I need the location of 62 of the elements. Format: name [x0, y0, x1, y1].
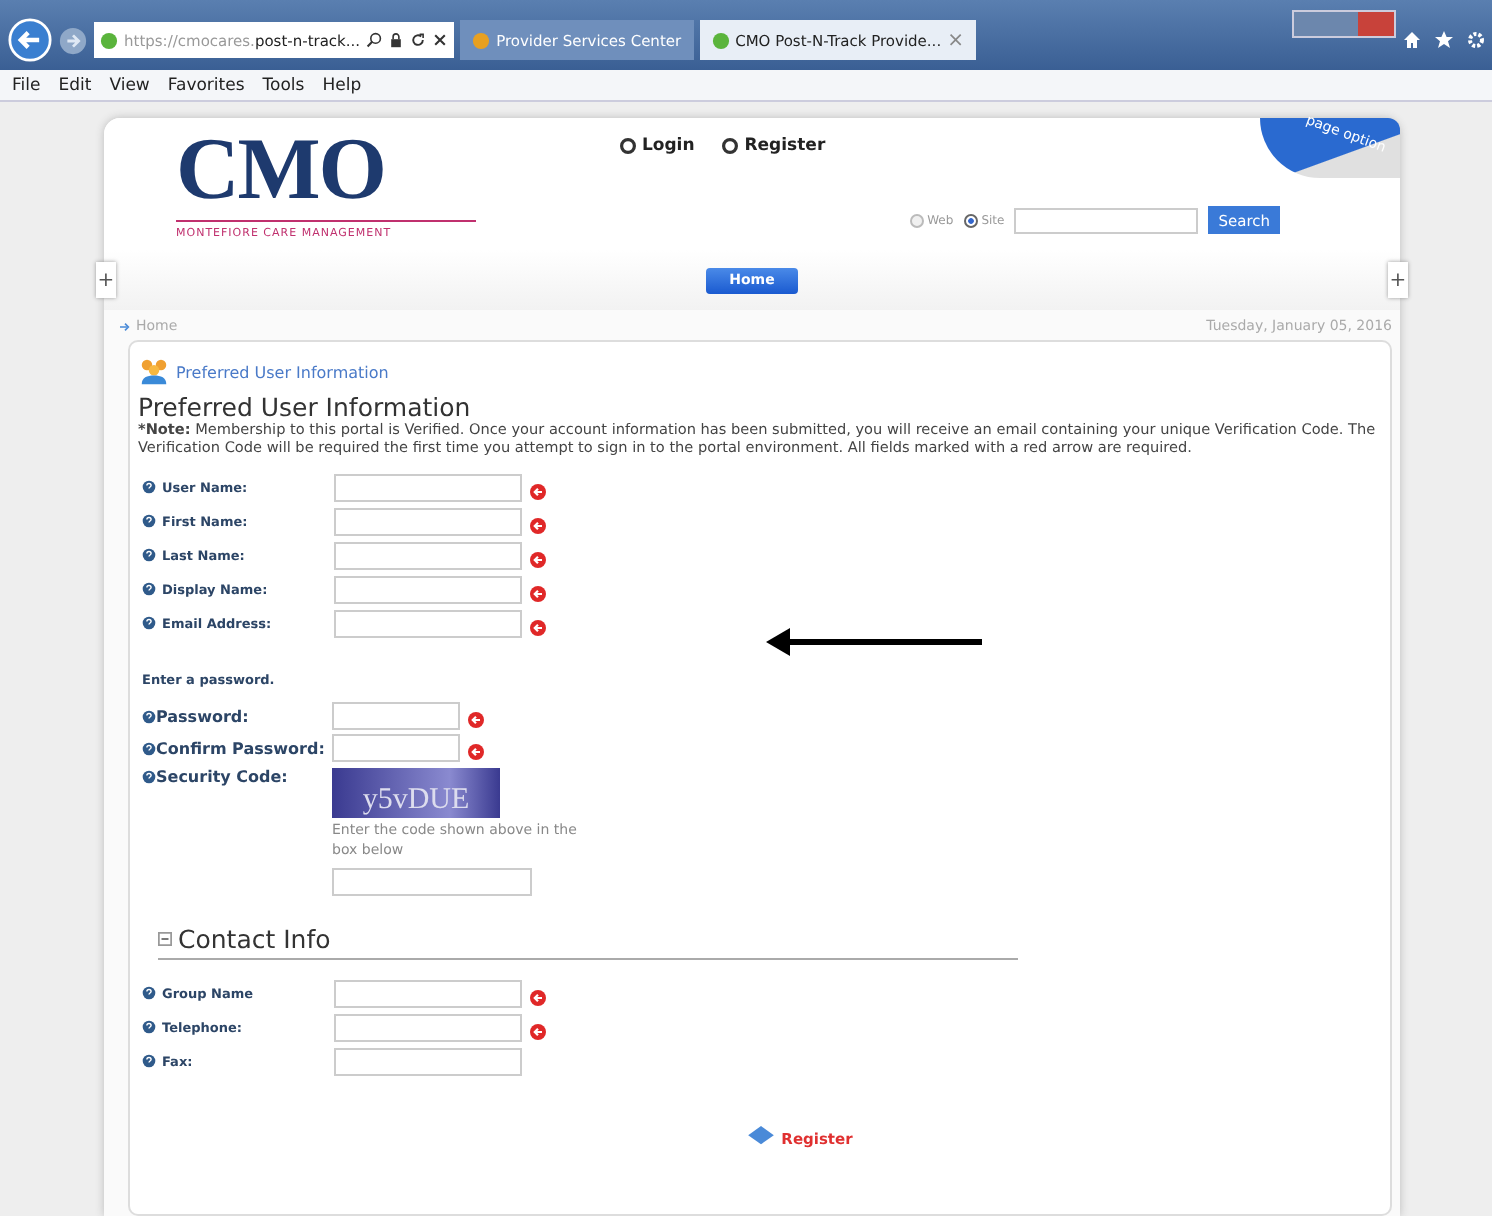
close-icon[interactable]: [432, 32, 449, 48]
help-icon[interactable]: [142, 480, 156, 494]
expand-button[interactable]: +: [1388, 262, 1408, 298]
section-title: Contact Info: [178, 924, 331, 954]
circle-icon: [722, 138, 739, 154]
help-icon[interactable]: [142, 1054, 156, 1068]
collapse-icon[interactable]: [158, 932, 172, 946]
diamond-icon: [747, 1126, 774, 1148]
input-field[interactable]: [332, 868, 532, 896]
expand-button[interactable]: +: [96, 262, 116, 298]
input-field[interactable]: [334, 609, 522, 637]
header-link[interactable]: Login: [619, 134, 695, 158]
input-field[interactable]: [334, 575, 522, 603]
refresh-icon[interactable]: [410, 32, 427, 48]
radio-circle[interactable]: [963, 213, 978, 227]
back-icon[interactable]: [8, 18, 52, 62]
help-icon[interactable]: [142, 986, 156, 1000]
menu-item[interactable]: Help: [322, 75, 362, 95]
menu-item[interactable]: Tools: [262, 75, 305, 95]
input-field[interactable]: [334, 507, 522, 535]
help-icon[interactable]: [142, 1020, 156, 1034]
globe-icon: [711, 31, 730, 49]
help-icon[interactable]: [142, 548, 156, 562]
help-icon[interactable]: [142, 514, 156, 528]
help-icon[interactable]: [142, 616, 156, 630]
arrow-icon: [120, 321, 130, 331]
help-icon[interactable]: [142, 770, 156, 784]
window-controls[interactable]: [1292, 10, 1396, 38]
input-field[interactable]: [334, 1047, 522, 1075]
input-field[interactable]: [334, 979, 522, 1007]
globe-icon: [100, 31, 118, 49]
section-link[interactable]: Preferred User Information: [176, 363, 389, 381]
forward-icon[interactable]: [58, 25, 88, 55]
globe-icon: [472, 31, 491, 49]
star-icon[interactable]: [1434, 30, 1454, 50]
search-icon[interactable]: [366, 32, 383, 48]
captcha-image: y5vDUE: [332, 768, 500, 818]
menu-item[interactable]: Edit: [58, 75, 92, 95]
help-icon[interactable]: [142, 582, 156, 596]
form-title: Preferred User Information: [138, 394, 473, 420]
input-field[interactable]: [332, 702, 460, 730]
radio-circle[interactable]: [909, 213, 924, 227]
input-field[interactable]: [334, 541, 522, 569]
menu-item[interactable]: Favorites: [167, 75, 245, 95]
field-label: Confirm Password:: [142, 739, 332, 757]
header-link[interactable]: Register: [722, 134, 826, 158]
field-label: Security Code:: [142, 768, 332, 786]
settings-icon[interactable]: [1466, 30, 1486, 50]
users-icon: [138, 358, 170, 386]
menu-item[interactable]: View: [109, 75, 150, 95]
lock-icon: [388, 32, 405, 48]
field-label: Password:: [142, 707, 332, 725]
logo-text: CMO: [176, 126, 388, 214]
home-icon[interactable]: [1402, 30, 1422, 50]
circle-icon: [619, 138, 636, 154]
help-icon[interactable]: [142, 741, 156, 755]
help-icon[interactable]: [142, 709, 156, 723]
input-field[interactable]: [334, 1013, 522, 1041]
menu-item[interactable]: File: [12, 75, 41, 95]
input-field[interactable]: [334, 473, 522, 501]
search-field[interactable]: [1014, 207, 1199, 233]
input-field[interactable]: [332, 734, 460, 762]
